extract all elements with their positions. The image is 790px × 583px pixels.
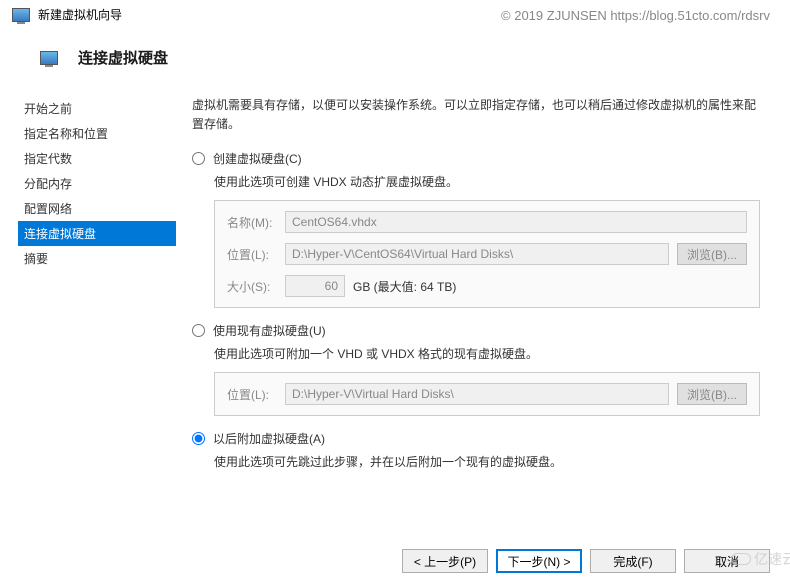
intro-text: 虚拟机需要具有存储，以便可以安装操作系统。可以立即指定存储，也可以稍后通过修改虚… (192, 96, 760, 134)
size-label: 大小(S): (227, 278, 277, 295)
name-label: 名称(M): (227, 214, 277, 231)
location-label: 位置(L): (227, 246, 277, 263)
create-desc: 使用此选项可创建 VHDX 动态扩展虚拟硬盘。 (214, 173, 760, 190)
size-suffix: GB (最大值: 64 TB) (353, 278, 456, 295)
size-input[interactable] (285, 275, 345, 297)
later-desc: 使用此选项可先跳过此步骤，并在以后附加一个现有的虚拟硬盘。 (214, 453, 760, 470)
existing-fields: 位置(L): 浏览(B)... (214, 372, 760, 416)
wizard-footer: < 上一步(P) 下一步(N) > 完成(F) 取消 (402, 549, 770, 573)
wizard-sidebar: 开始之前 指定名称和位置 指定代数 分配内存 配置网络 连接虚拟硬盘 摘要 (0, 96, 176, 526)
radio-later-label: 以后附加虚拟硬盘(A) (213, 430, 325, 447)
app-icon (12, 8, 30, 22)
window-title: 新建虚拟机向导 (38, 6, 122, 23)
option-attach-later: 以后附加虚拟硬盘(A) 使用此选项可先跳过此步骤，并在以后附加一个现有的虚拟硬盘… (192, 430, 760, 470)
watermark-text: © 2019 ZJUNSEN https://blog.51cto.com/rd… (501, 8, 770, 23)
cloud-icon (731, 553, 751, 565)
radio-existing-input[interactable] (192, 324, 205, 337)
option-use-existing: 使用现有虚拟硬盘(U) 使用此选项可附加一个 VHD 或 VHDX 格式的现有虚… (192, 322, 760, 416)
radio-create-label: 创建虚拟硬盘(C) (213, 150, 302, 167)
radio-create-input[interactable] (192, 152, 205, 165)
wizard-header: 连接虚拟硬盘 (0, 29, 790, 96)
browse-button-create[interactable]: 浏览(B)... (677, 243, 747, 265)
name-input[interactable] (285, 211, 747, 233)
sidebar-item-summary[interactable]: 摘要 (18, 246, 176, 271)
sidebar-item-generation[interactable]: 指定代数 (18, 146, 176, 171)
sidebar-item-before-begin[interactable]: 开始之前 (18, 96, 176, 121)
browse-button-existing[interactable]: 浏览(B)... (677, 383, 747, 405)
header-icon (40, 51, 58, 65)
radio-create-vhd[interactable]: 创建虚拟硬盘(C) (192, 150, 760, 167)
radio-later-input[interactable] (192, 432, 205, 445)
create-fields: 名称(M): 位置(L): 浏览(B)... 大小(S): GB (最大值: 6… (214, 200, 760, 308)
existing-location-label: 位置(L): (227, 386, 277, 403)
sidebar-item-network[interactable]: 配置网络 (18, 196, 176, 221)
existing-desc: 使用此选项可附加一个 VHD 或 VHDX 格式的现有虚拟硬盘。 (214, 345, 760, 362)
radio-existing-vhd[interactable]: 使用现有虚拟硬盘(U) (192, 322, 760, 339)
finish-button[interactable]: 完成(F) (590, 549, 676, 573)
wizard-content: 虚拟机需要具有存储，以便可以安装操作系统。可以立即指定存储，也可以稍后通过修改虚… (176, 96, 790, 526)
existing-location-input[interactable] (285, 383, 669, 405)
sidebar-item-name-location[interactable]: 指定名称和位置 (18, 121, 176, 146)
next-button[interactable]: 下一步(N) > (496, 549, 582, 573)
sidebar-item-vhd[interactable]: 连接虚拟硬盘 (18, 221, 176, 246)
corner-brand-text: 亿速云 (754, 549, 790, 569)
option-create-vhd: 创建虚拟硬盘(C) 使用此选项可创建 VHDX 动态扩展虚拟硬盘。 名称(M):… (192, 150, 760, 308)
radio-later-vhd[interactable]: 以后附加虚拟硬盘(A) (192, 430, 760, 447)
sidebar-item-memory[interactable]: 分配内存 (18, 171, 176, 196)
location-input[interactable] (285, 243, 669, 265)
corner-brand: 亿速云 (731, 549, 790, 569)
back-button[interactable]: < 上一步(P) (402, 549, 488, 573)
page-title: 连接虚拟硬盘 (78, 47, 168, 68)
radio-existing-label: 使用现有虚拟硬盘(U) (213, 322, 326, 339)
